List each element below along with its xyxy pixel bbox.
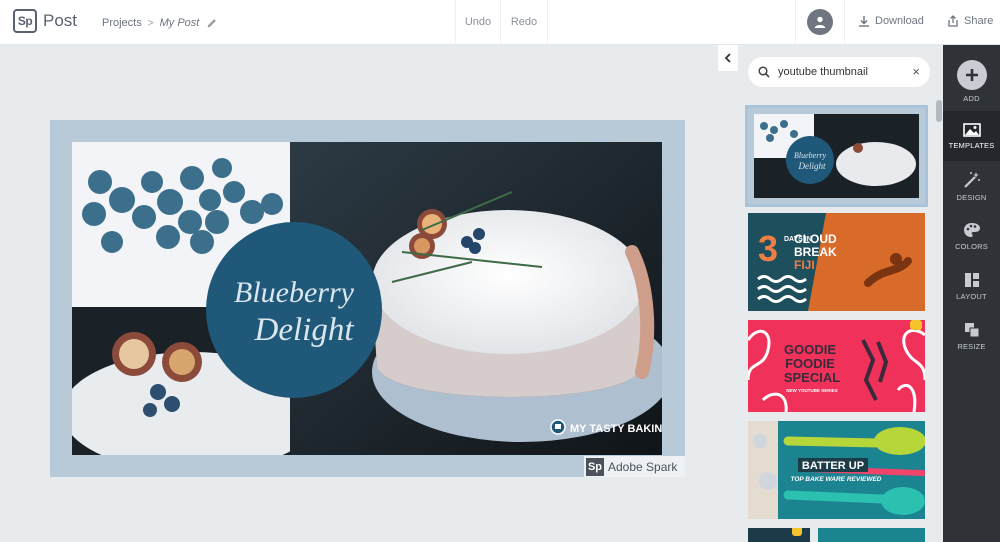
collapse-panel-button[interactable]: [718, 45, 738, 71]
rail-design[interactable]: DESIGN: [943, 161, 1000, 211]
post-design[interactable]: Blueberry Delight MY TASTY BAKING Sp Ado…: [50, 120, 685, 477]
rail-resize[interactable]: RESIZE: [943, 311, 1000, 361]
template-card-batter-up[interactable]: BATTER UP TOP BAKE WARE REVIEWED: [748, 421, 925, 519]
share-button[interactable]: Share: [947, 15, 993, 27]
template-card-blueberry[interactable]: Blueberry Delight: [745, 105, 928, 207]
undo-button[interactable]: Undo: [455, 0, 500, 44]
template4-line2: TOP BAKE WARE REVIEWED: [790, 476, 881, 483]
scrollbar[interactable]: [936, 100, 942, 122]
breadcrumb-separator: >: [147, 17, 154, 29]
canvas-title-line1[interactable]: Blueberry: [234, 276, 355, 309]
template2-line4: BREAK: [794, 245, 837, 259]
image-icon: [962, 122, 981, 137]
top-bar: Sp Post Projects > My Post Undo Redo Dow…: [0, 0, 1000, 45]
template-thumbnail: BATTER UP TOP BAKE WARE REVIEWED: [748, 421, 925, 519]
rail-colors-label: COLORS: [955, 241, 988, 251]
rail-resize-label: RESIZE: [957, 341, 986, 351]
user-icon: [814, 16, 826, 28]
rail-add-label: ADD: [963, 93, 980, 103]
spark-logo-icon: Sp: [13, 9, 37, 33]
redo-button[interactable]: Redo: [500, 0, 548, 44]
share-icon: [948, 15, 958, 27]
templates-panel: × Blueberry Delight 3 DAYS IN CLOUD BREA…: [738, 45, 943, 542]
template3-line1: GOODIE: [784, 342, 836, 357]
collage-photo[interactable]: Blueberry Delight MY TASTY BAKING: [72, 142, 662, 455]
download-icon: [859, 16, 869, 27]
rail-layout-label: LAYOUT: [956, 291, 987, 301]
template-card-accent: [792, 528, 802, 536]
search-box[interactable]: ×: [748, 57, 930, 87]
rail-add[interactable]: ADD: [943, 53, 1000, 109]
template2-line1: 3: [758, 228, 778, 269]
template3-line2: FOODIE: [785, 356, 835, 371]
resize-icon: [964, 322, 979, 337]
clear-search-button[interactable]: ×: [912, 64, 920, 79]
template3-line4: NEW YOUTUBE SERIES: [786, 388, 837, 393]
pencil-icon[interactable]: [205, 16, 219, 30]
breadcrumb-projects[interactable]: Projects: [102, 17, 142, 29]
template-thumbnail: 3 DAYS IN CLOUD BREAK FIJI: [748, 213, 925, 311]
template-card-partial-right[interactable]: [818, 528, 925, 542]
search-icon: [758, 66, 770, 78]
template-card-goodie-foodie[interactable]: GOODIE FOODIE SPECIAL NEW YOUTUBE SERIES: [748, 320, 925, 412]
search-input[interactable]: [778, 66, 898, 78]
channel-label[interactable]: MY TASTY BAKING: [570, 423, 662, 435]
rail-colors[interactable]: COLORS: [943, 211, 1000, 261]
spark-badge-icon: Sp: [586, 457, 604, 476]
download-label: Download: [875, 15, 924, 27]
palette-icon: [963, 222, 980, 237]
share-label: Share: [964, 15, 994, 27]
template4-line1: BATTER UP: [802, 460, 864, 472]
app-name: Post: [43, 11, 78, 30]
plus-icon: [956, 59, 987, 90]
template2-line5: FIJI: [794, 258, 815, 272]
tool-rail: ADD TEMPLATES DESIGN COLORS LAYOUT RESIZ…: [943, 45, 1000, 542]
rail-templates[interactable]: TEMPLATES: [943, 111, 1000, 161]
template2-line3: CLOUD: [794, 232, 837, 246]
template-thumbnail: GOODIE FOODIE SPECIAL NEW YOUTUBE SERIES: [748, 320, 925, 412]
canvas-title-line2[interactable]: Delight: [254, 312, 355, 348]
rail-templates-label: TEMPLATES: [948, 140, 995, 150]
template-thumbnail: Blueberry Delight: [748, 108, 925, 204]
template-card-partial-left[interactable]: [748, 528, 810, 542]
rail-design-label: DESIGN: [956, 192, 987, 202]
layout-icon: [964, 272, 979, 287]
svg-text:Delight: Delight: [798, 161, 826, 171]
breadcrumb: Projects > My Post: [102, 16, 219, 30]
adobe-spark-watermark[interactable]: Sp Adobe Spark: [584, 456, 685, 477]
collage-artwork: Blueberry Delight MY TASTY BAKING: [72, 142, 662, 455]
breadcrumb-current[interactable]: My Post: [160, 17, 200, 29]
svg-text:Blueberry: Blueberry: [794, 151, 826, 160]
avatar: [807, 9, 833, 35]
account-button[interactable]: [795, 0, 845, 44]
rail-layout[interactable]: LAYOUT: [943, 261, 1000, 311]
magic-wand-icon: [963, 171, 980, 188]
app-logo[interactable]: Sp Post: [13, 9, 77, 33]
chevron-left-icon: [724, 53, 731, 63]
template3-line3: SPECIAL: [784, 370, 840, 385]
watermark-label: Adobe Spark: [608, 459, 678, 474]
template-card-cloud-break[interactable]: 3 DAYS IN CLOUD BREAK FIJI: [748, 213, 925, 311]
download-button[interactable]: Download: [858, 15, 924, 27]
